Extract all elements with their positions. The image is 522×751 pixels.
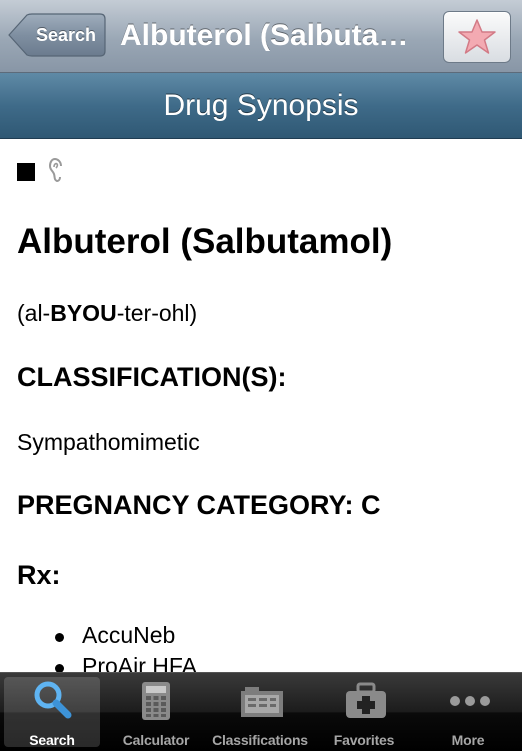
tab-label: Classifications xyxy=(212,732,308,748)
rx-heading: Rx: xyxy=(17,560,61,590)
tab-calculator[interactable]: Calculator xyxy=(104,673,208,751)
drug-content: Albuterol (Salbutamol) (al-BYOU-ter-ohl)… xyxy=(0,138,522,672)
classification-value: Sympathomimetic xyxy=(17,429,200,455)
favorite-button[interactable] xyxy=(443,11,511,63)
tab-label: Favorites xyxy=(333,732,395,748)
first-aid-kit-icon xyxy=(346,682,386,718)
magnifier-icon xyxy=(34,681,72,719)
rx-list-item: AccuNeb xyxy=(0,622,197,653)
tab-label: Calculator xyxy=(122,732,190,748)
section-title: Drug Synopsis xyxy=(163,89,359,122)
classification-heading: CLASSIFICATION(S): xyxy=(17,362,287,392)
rx-list-item: ProAir HFA xyxy=(0,653,197,672)
tab-favorites[interactable]: Favorites xyxy=(312,673,416,751)
section-header: Drug Synopsis xyxy=(0,73,522,139)
pregnancy-category-heading: PREGNANCY CATEGORY: C xyxy=(17,490,381,520)
pronunciation-start: (al- xyxy=(17,300,51,326)
back-button-label: Search xyxy=(35,25,97,45)
tab-label: Search xyxy=(29,732,75,748)
drug-name: Albuterol (Salbutamol) xyxy=(17,222,393,261)
tab-label: More xyxy=(451,732,485,748)
stop-square-icon[interactable] xyxy=(17,163,35,181)
tab-bar: Search Calculator Classifications Favori… xyxy=(0,672,522,751)
calculator-icon xyxy=(142,682,170,720)
more-dots-icon xyxy=(450,696,490,706)
pronunciation: (al-BYOU-ter-ohl) xyxy=(17,300,197,327)
star-icon xyxy=(458,19,496,54)
classifications-icon xyxy=(241,687,283,717)
pronunciation-stress: BYOU xyxy=(50,300,117,326)
navigation-bar: Search Albuterol (Salbutamol) xyxy=(0,0,522,73)
ear-audio-icon[interactable] xyxy=(49,158,65,182)
rx-list: AccuNeb ProAir HFA xyxy=(0,622,197,672)
back-search-button[interactable]: Search xyxy=(8,13,106,57)
tab-classifications[interactable]: Classifications xyxy=(208,673,312,751)
navbar-title: Albuterol (Salbutamol) xyxy=(120,19,420,52)
tab-more[interactable]: More xyxy=(416,673,520,751)
tab-search[interactable]: Search xyxy=(0,673,104,751)
pronunciation-end: -ter-ohl) xyxy=(116,300,198,326)
